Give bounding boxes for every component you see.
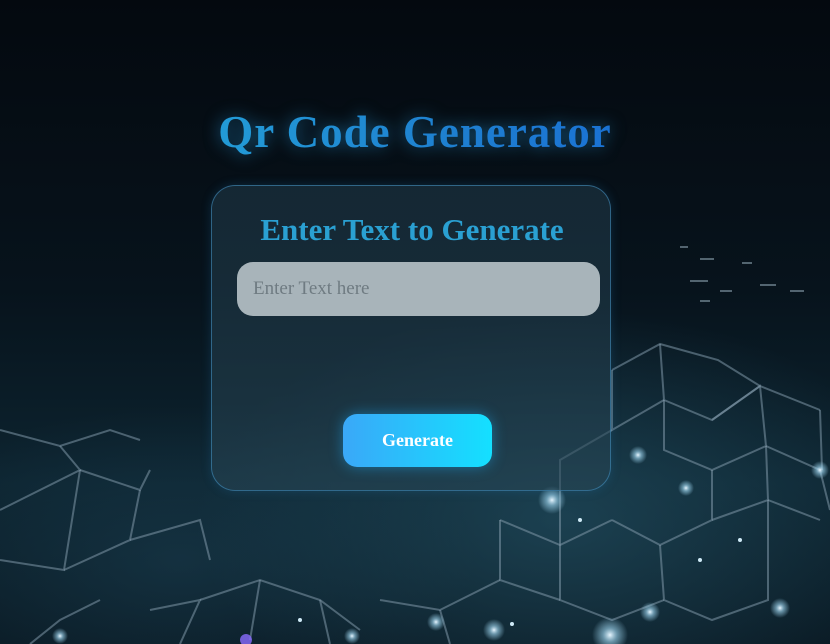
card-heading: Enter Text to Generate <box>260 212 564 247</box>
generate-button[interactable]: Generate <box>343 414 492 467</box>
text-input[interactable] <box>237 262 600 316</box>
generator-card: Enter Text to Generate Generate <box>211 185 611 491</box>
page-title: Qr Code Generator <box>0 104 830 160</box>
